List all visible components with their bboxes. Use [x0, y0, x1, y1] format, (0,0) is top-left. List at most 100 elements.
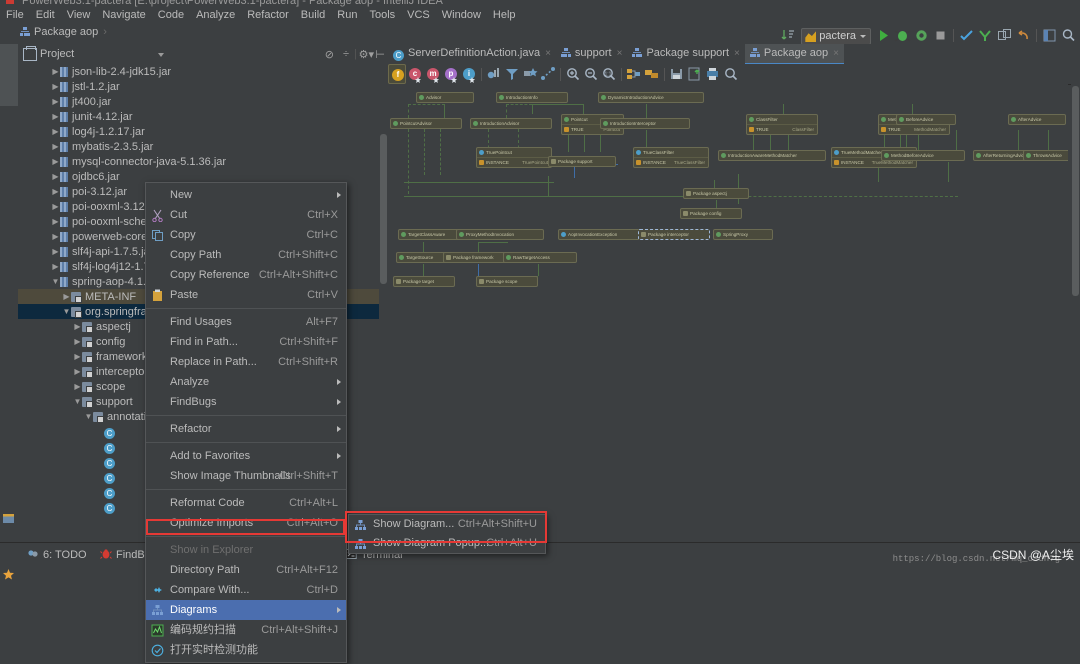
tree-expander-icon[interactable]: ▶	[51, 169, 60, 184]
tree-expander-icon[interactable]: ▶	[73, 349, 82, 364]
context-menu-item-refactor[interactable]: Refactor	[146, 419, 346, 439]
diagram-node[interactable]: PointcutAdvisor	[390, 118, 462, 129]
settings-gear-icon[interactable]: ⚙▾	[359, 48, 374, 61]
tree-expander-icon[interactable]: ▶	[51, 64, 60, 79]
stop-button[interactable]	[931, 26, 950, 45]
run-button[interactable]	[874, 26, 893, 45]
diagram-node[interactable]: ThrowsAdvice	[1023, 150, 1068, 161]
fields-toggle[interactable]: f	[388, 64, 406, 84]
tool-tab-web[interactable]: Web	[0, 444, 18, 478]
tree-expander-icon[interactable]: ▶	[51, 79, 60, 94]
tree-expander-icon[interactable]: ▶	[51, 139, 60, 154]
save-icon[interactable]	[668, 64, 686, 84]
print-icon[interactable]	[704, 64, 722, 84]
tree-expander-icon[interactable]: ▼	[62, 304, 71, 319]
inner-classes-toggle[interactable]: i	[460, 64, 478, 84]
context-menu-item-copy-path[interactable]: Copy Path Ctrl+Shift+C	[146, 245, 346, 265]
find-icon[interactable]	[722, 64, 740, 84]
diagram-node[interactable]: RawTargetAccess	[503, 252, 577, 263]
constructors-toggle[interactable]: c	[406, 64, 424, 84]
tree-expander-icon[interactable]: ▶	[73, 334, 82, 349]
submenu-item-show-diagram-[interactable]: Show Diagram... Ctrl+Alt+Shift+U	[349, 515, 545, 534]
diagram-node[interactable]: AfterAdvice	[1008, 114, 1066, 125]
diagram-vertical-scrollbar[interactable]	[1071, 84, 1080, 534]
update-project-icon[interactable]	[957, 26, 976, 45]
context-menu-item-replace-in-path-[interactable]: Replace in Path... Ctrl+Shift+R	[146, 352, 346, 372]
diagram-node[interactable]: IntroductionInfo	[496, 92, 568, 103]
tree-row[interactable]: ▶ mybatis-2.3.5.jar	[18, 139, 388, 154]
menu-view[interactable]: View	[61, 7, 97, 22]
tree-row[interactable]: ▶ jstl-1.2.jar	[18, 79, 388, 94]
tree-expander-icon[interactable]: ▶	[73, 319, 82, 334]
project-tree-scrollbar[interactable]	[379, 64, 388, 364]
layout-icon[interactable]	[1040, 26, 1059, 45]
tree-expander-icon[interactable]: ▶	[51, 184, 60, 199]
diagram-node[interactable]: BeforeAdvice	[896, 114, 956, 125]
menu-run[interactable]: Run	[331, 7, 363, 22]
editor-tab-support[interactable]: support ×	[556, 44, 628, 63]
diagram-node[interactable]: Package support	[548, 156, 616, 167]
diagram-node[interactable]: DynamicIntroductionAdvice	[598, 92, 704, 103]
zoom-in-icon[interactable]	[564, 64, 582, 84]
filter-icon[interactable]	[503, 64, 521, 84]
submenu-item-show-diagram-popup-[interactable]: Show Diagram Popup... Ctrl+Alt+U	[349, 534, 545, 553]
tree-expander-icon[interactable]: ▶	[73, 364, 82, 379]
tool-tab-project[interactable]: 1: Project	[0, 44, 18, 106]
close-icon[interactable]: ×	[734, 48, 740, 59]
menu-refactor[interactable]: Refactor	[241, 7, 295, 22]
visibility-icon[interactable]	[485, 64, 503, 84]
context-menu-item-show-image-thumbnails[interactable]: Show Image Thumbnails Ctrl+Shift+T	[146, 466, 346, 486]
context-menu-item-reformat-code[interactable]: Reformat Code Ctrl+Alt+L	[146, 493, 346, 513]
debug-button[interactable]	[893, 26, 912, 45]
actual-size-icon[interactable]: 1:1	[600, 64, 618, 84]
tree-expander-icon[interactable]: ▶	[51, 244, 60, 259]
diagram-node[interactable]: MethodBeforeAdvice	[881, 150, 965, 161]
menu-edit[interactable]: Edit	[30, 7, 61, 22]
diagram-node[interactable]: IntroductionAdvisor	[470, 118, 552, 129]
tree-expander-icon[interactable]: ▶	[73, 379, 82, 394]
layout-icon[interactable]	[643, 64, 661, 84]
diagram-node[interactable]: AopInvocationException	[558, 229, 644, 240]
diagrams-submenu[interactable]: Show Diagram... Ctrl+Alt+Shift+U Show Diag…	[348, 514, 546, 554]
editor-tab-package-aop[interactable]: Package aop ×	[744, 44, 844, 65]
tree-expander-icon[interactable]: ▶	[51, 94, 60, 109]
menu-tools[interactable]: Tools	[363, 7, 401, 22]
export-icon[interactable]	[686, 64, 704, 84]
properties-toggle[interactable]: p	[442, 64, 460, 84]
context-menu-item-new[interactable]: New	[146, 185, 346, 205]
chevron-down-icon[interactable]	[158, 53, 164, 57]
tree-expander-icon[interactable]: ▶	[51, 199, 60, 214]
tree-expander-icon[interactable]: ▶	[51, 259, 60, 274]
tree-expander-icon[interactable]: ▶	[51, 229, 60, 244]
context-menu-item--[interactable]: 编码规约扫描 Ctrl+Alt+Shift+J	[146, 620, 346, 640]
search-icon[interactable]	[1059, 26, 1078, 45]
show-dependencies-icon[interactable]	[521, 64, 539, 84]
menu-build[interactable]: Build	[295, 7, 331, 22]
context-menu-item-copy-reference[interactable]: Copy Reference Ctrl+Alt+Shift+C	[146, 265, 346, 285]
context-menu-item-find-usages[interactable]: Find Usages Alt+F7	[146, 312, 346, 332]
diagram-node[interactable]: IntroductionAwareMethodMatcher	[718, 150, 826, 161]
zoom-out-icon[interactable]	[582, 64, 600, 84]
diagram-node[interactable]: TrueClassFilter INSTANCE TrueClassFilter	[633, 147, 709, 168]
expand-icon[interactable]: ÷	[343, 48, 349, 60]
context-menu-item-directory-path[interactable]: Directory Path Ctrl+Alt+F12	[146, 560, 346, 580]
tree-expander-icon[interactable]: ▶	[62, 289, 71, 304]
diagram-node[interactable]: SpringProxy	[713, 229, 773, 240]
diagram-node[interactable]: Package interceptor	[638, 229, 710, 240]
methods-toggle[interactable]: m	[424, 64, 442, 84]
tree-row[interactable]: ▶ mysql-connector-java-5.1.36.jar	[18, 154, 388, 169]
collapse-all-icon[interactable]: ⊘	[325, 48, 334, 61]
context-menu[interactable]: New Cut Ctrl+X Copy Ctrl+C Copy Path Ctrl+Shif…	[145, 182, 347, 663]
sort-icon[interactable]	[779, 26, 798, 45]
menu-analyze[interactable]: Analyze	[190, 7, 241, 22]
menu-vcs[interactable]: VCS	[401, 7, 436, 22]
tree-expander-icon[interactable]: ▶	[51, 109, 60, 124]
context-menu-item-paste[interactable]: Paste Ctrl+V	[146, 285, 346, 305]
diagram-node[interactable]: Package config	[680, 208, 742, 219]
context-menu-item-find-in-path-[interactable]: Find in Path... Ctrl+Shift+F	[146, 332, 346, 352]
editor-tab-serverdefinitionaction-java[interactable]: C ServerDefinitionAction.java ×	[388, 44, 556, 63]
menu-help[interactable]: Help	[487, 7, 522, 22]
context-menu-item-optimize-imports[interactable]: Optimize Imports Ctrl+Alt+O	[146, 513, 346, 533]
tree-expander-icon[interactable]: ▼	[73, 394, 82, 409]
diagram-node[interactable]: TruePointcut INSTANCE TruePointcut	[476, 147, 552, 168]
